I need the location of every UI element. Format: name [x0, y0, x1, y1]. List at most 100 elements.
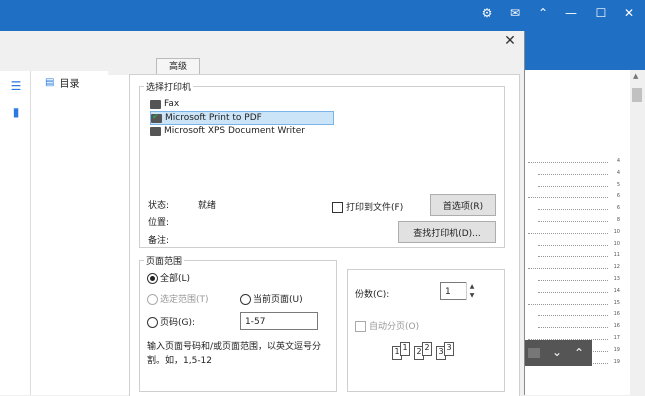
tab-advanced[interactable]: 高级: [156, 58, 200, 75]
tab-general[interactable]: [108, 60, 155, 75]
print-dialog: ✕ ☰ ▮ ▤ 目录 高级 选择打印机 Fax Microsoft Print …: [0, 31, 525, 396]
printer-name: Microsoft Print to PDF: [165, 113, 262, 123]
toc-preview-leader: [528, 268, 608, 270]
toc-preview-page-number: 19: [613, 358, 620, 365]
close-icon[interactable]: ✕: [616, 0, 642, 26]
page-range-group: 页面范围 全部(L) 选定范围(T) 当前页面(U) 页码(G): 1-57 输…: [139, 254, 337, 392]
radio-circle[interactable]: [147, 273, 158, 284]
feedback-icon[interactable]: ✉: [502, 0, 528, 26]
toc-preview-leader: [538, 327, 608, 329]
range-current-label: 当前页面(U): [253, 295, 303, 305]
tab-panel: 选择打印机 Fax Microsoft Print to PDF Microso…: [129, 74, 520, 396]
tab-row: 高级: [108, 58, 200, 75]
toc-preview-leader: [538, 185, 608, 187]
toc-preview-page-number: 5: [616, 181, 620, 188]
toc-preview-page-number: 16: [613, 323, 620, 330]
checkbox-box[interactable]: [355, 321, 366, 332]
list-icon[interactable]: ☰: [9, 79, 23, 93]
group-title: 页面范围: [144, 254, 185, 267]
printer-item-selected[interactable]: Microsoft Print to PDF: [150, 111, 334, 125]
toc-preview-leader: [528, 303, 608, 305]
toc-preview-leader: [528, 197, 608, 199]
range-all-radio[interactable]: 全部(L): [147, 271, 190, 284]
toc-preview-page-number: 6: [616, 205, 620, 212]
range-pages-label: 页码(G):: [160, 318, 196, 328]
toc-preview-page-number: 10: [613, 240, 620, 247]
toc-preview-page-number: 15: [613, 299, 620, 306]
status-label: 状态:: [148, 201, 170, 211]
caret-up-icon[interactable]: ⌃: [530, 0, 556, 26]
toc-preview-leader: [538, 209, 608, 211]
toc-preview-leader: [538, 244, 608, 246]
toc-preview-page-number: 11: [613, 252, 620, 259]
toc-preview-page-number: 19: [613, 346, 620, 353]
printer-item[interactable]: Fax: [150, 98, 179, 110]
copies-group: 份数(C): 1 ▲ ▼ 自动分页(O) 1 1 2 2 3 3: [347, 269, 505, 392]
range-all-label: 全部(L): [160, 274, 191, 284]
radio-circle[interactable]: [147, 317, 158, 328]
gear-icon[interactable]: ⚙: [474, 0, 500, 26]
toc-preview-page-number: 17: [613, 335, 620, 341]
printer-name: Microsoft XPS Document Writer: [164, 126, 305, 136]
toc-preview-leader: [528, 232, 608, 234]
document-icon: ▤: [45, 77, 55, 88]
vertical-scrollbar[interactable]: ▲: [630, 70, 645, 395]
dialog-close-icon[interactable]: ✕: [502, 33, 518, 49]
page-range-input[interactable]: 1-57: [240, 312, 318, 330]
toc-preview-page-number: 6: [616, 193, 620, 200]
copies-spinner[interactable]: ▲ ▼: [466, 282, 477, 300]
printer-name: Fax: [164, 99, 180, 109]
collate-checkbox[interactable]: 自动分页(O): [355, 319, 419, 332]
nav-pane: ☰ ▮: [0, 71, 31, 395]
toc-preview-page-number: 14: [613, 287, 620, 294]
maximize-icon[interactable]: ☐: [588, 0, 614, 26]
select-printer-group: 选择打印机 Fax Microsoft Print to PDF Microso…: [139, 80, 505, 248]
copies-label: 份数(C):: [355, 290, 390, 300]
chevron-up-icon[interactable]: ⌃: [574, 346, 584, 360]
comment-label: 备注:: [148, 236, 170, 246]
chevron-down-icon[interactable]: ⌄: [552, 345, 562, 359]
print-to-file-label: 打印到文件(F): [346, 203, 404, 213]
toc-label: 目录: [59, 79, 80, 90]
print-to-file-checkbox[interactable]: 打印到文件(F): [332, 200, 403, 213]
checkbox-box[interactable]: [332, 202, 343, 213]
printer-list[interactable]: Fax Microsoft Print to PDF Microsoft XPS…: [150, 98, 336, 146]
toc-preview-page-number: 8: [616, 217, 620, 223]
range-selection-radio[interactable]: 选定范围(T): [147, 292, 209, 305]
toc-preview-page-number: 10: [613, 228, 620, 235]
printer-item[interactable]: Microsoft XPS Document Writer: [150, 125, 305, 137]
toc-item[interactable]: ▤ 目录: [45, 75, 79, 90]
status-value: 就绪: [198, 201, 217, 211]
printer-icon: [150, 126, 161, 136]
collate-page: 2: [422, 342, 432, 356]
range-selection-label: 选定范围(T): [160, 295, 209, 305]
collate-label: 自动分页(O): [369, 322, 420, 332]
collate-page: 3: [444, 342, 454, 356]
radio-circle[interactable]: [147, 294, 158, 305]
toc-preview-leader: [538, 291, 608, 293]
minimize-icon[interactable]: —: [558, 0, 584, 26]
preferences-button[interactable]: 首选项(R): [430, 194, 496, 216]
toc-preview-leader: [538, 221, 608, 222]
toc-preview-leader: [538, 256, 608, 258]
toc-preview-page-number: 13: [613, 276, 620, 282]
radio-circle[interactable]: [240, 294, 251, 305]
toc-pane: ▤ 目录: [31, 71, 129, 395]
range-current-radio[interactable]: 当前页面(U): [240, 292, 303, 305]
overlay-box: [528, 348, 540, 358]
scrollbar-thumb[interactable]: [632, 88, 642, 102]
location-label: 位置:: [148, 218, 170, 228]
toc-preview-leader: [538, 280, 608, 281]
scroll-up-arrow-icon[interactable]: ▲: [633, 72, 638, 80]
range-pages-radio[interactable]: 页码(G):: [147, 315, 195, 328]
toc-preview-page-number: 12: [613, 264, 620, 271]
find-printer-button[interactable]: 查找打印机(D)...: [398, 221, 496, 243]
toc-preview-page-number: 4: [616, 158, 620, 164]
page-nav-overlay: ⌄ ⌃: [522, 340, 592, 366]
toc-preview-leader: [538, 173, 608, 175]
group-title: 选择打印机: [144, 80, 194, 93]
page-range-hint: 输入页面号码和/或页面范围，以英文逗号分割。如，1,5-12: [147, 342, 322, 366]
printer-default-icon: [151, 112, 162, 123]
fax-icon: [150, 99, 161, 109]
bookmark-icon[interactable]: ▮: [9, 105, 23, 119]
